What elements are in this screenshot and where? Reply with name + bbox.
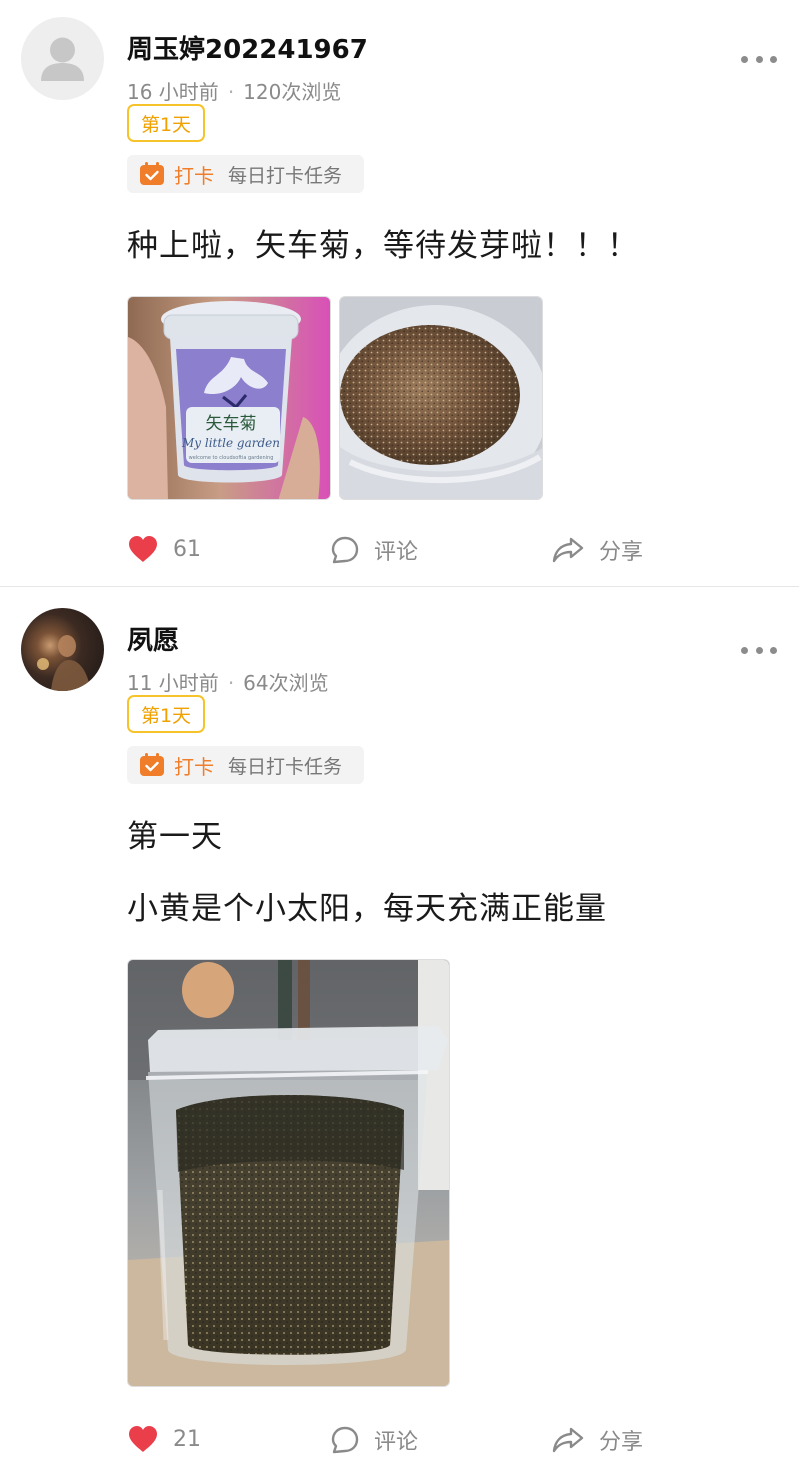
calendar-check-icon [139,162,165,186]
post-card: 周玉婷202241967 16 小时前 · 120次浏览 第1天 打卡 每日打卡任务… [0,0,799,586]
more-icon [741,646,748,654]
like-button[interactable]: 21 [127,1424,201,1454]
comment-icon [331,536,359,564]
day-badge: 第1天 [127,104,205,142]
avatar[interactable] [21,17,104,100]
post-time: 11 小时前 [127,671,219,695]
post-actions: 61 评论 分享 [0,534,799,574]
post-card: 夙愿 11 小时前 · 64次浏览 第1天 打卡 每日打卡任务 第一天 小黄是个小太… [0,587,799,1470]
calendar-check-icon [139,753,165,777]
post-meta: 16 小时前 · 120次浏览 [127,80,342,104]
comment-button[interactable]: 评论 [330,1424,418,1456]
post-meta: 11 小时前 · 64次浏览 [127,671,329,695]
share-icon [552,537,584,563]
checkin-task: 每日打卡任务 [228,755,343,778]
post-time: 16 小时前 [127,80,219,104]
post-text: 第一天 [127,819,223,855]
more-button[interactable] [741,644,777,656]
checkin-label: 打卡 [174,163,214,188]
post-image[interactable] [339,296,543,500]
username[interactable]: 夙愿 [127,620,179,657]
like-button[interactable]: 61 [127,534,201,564]
image-label-en: My little garden [181,436,280,450]
comment-label: 评论 [374,540,419,565]
like-count: 21 [173,1426,201,1452]
post-image[interactable]: 矢车菊 My little garden welcome to cloudsof… [127,296,331,500]
share-button[interactable]: 分享 [551,1424,643,1456]
post-text: 小黄是个小太阳，每天充满正能量 [127,891,607,927]
share-label: 分享 [599,1430,644,1455]
comment-button[interactable]: 评论 [330,534,418,566]
username[interactable]: 周玉婷202241967 [127,29,368,66]
more-button[interactable] [741,53,777,65]
share-icon [552,1427,584,1453]
image-label-cn: 矢车菊 [206,414,257,434]
heart-icon [129,536,157,562]
default-avatar-icon [41,37,84,81]
checkin-task: 每日打卡任务 [228,164,343,187]
post-image[interactable] [127,959,450,1387]
share-label: 分享 [599,540,644,565]
heart-icon [129,1426,157,1452]
checkin-tag[interactable]: 打卡 每日打卡任务 [127,746,364,784]
post-actions: 21 评论 分享 [0,1424,799,1464]
day-badge: 第1天 [127,695,205,733]
post-text: 种上啦，矢车菊，等待发芽啦！！！ [127,228,639,264]
avatar[interactable] [21,608,104,691]
checkin-label: 打卡 [174,754,214,779]
like-count: 61 [173,536,201,562]
comment-label: 评论 [374,1430,419,1455]
image-label-small: welcome to cloudsoftia gardening [189,455,274,461]
checkin-tag[interactable]: 打卡 每日打卡任务 [127,155,364,193]
comment-icon [331,1426,359,1454]
view-count: 64次浏览 [243,671,329,695]
more-icon [741,55,748,63]
share-button[interactable]: 分享 [551,534,643,566]
view-count: 120次浏览 [243,80,342,104]
